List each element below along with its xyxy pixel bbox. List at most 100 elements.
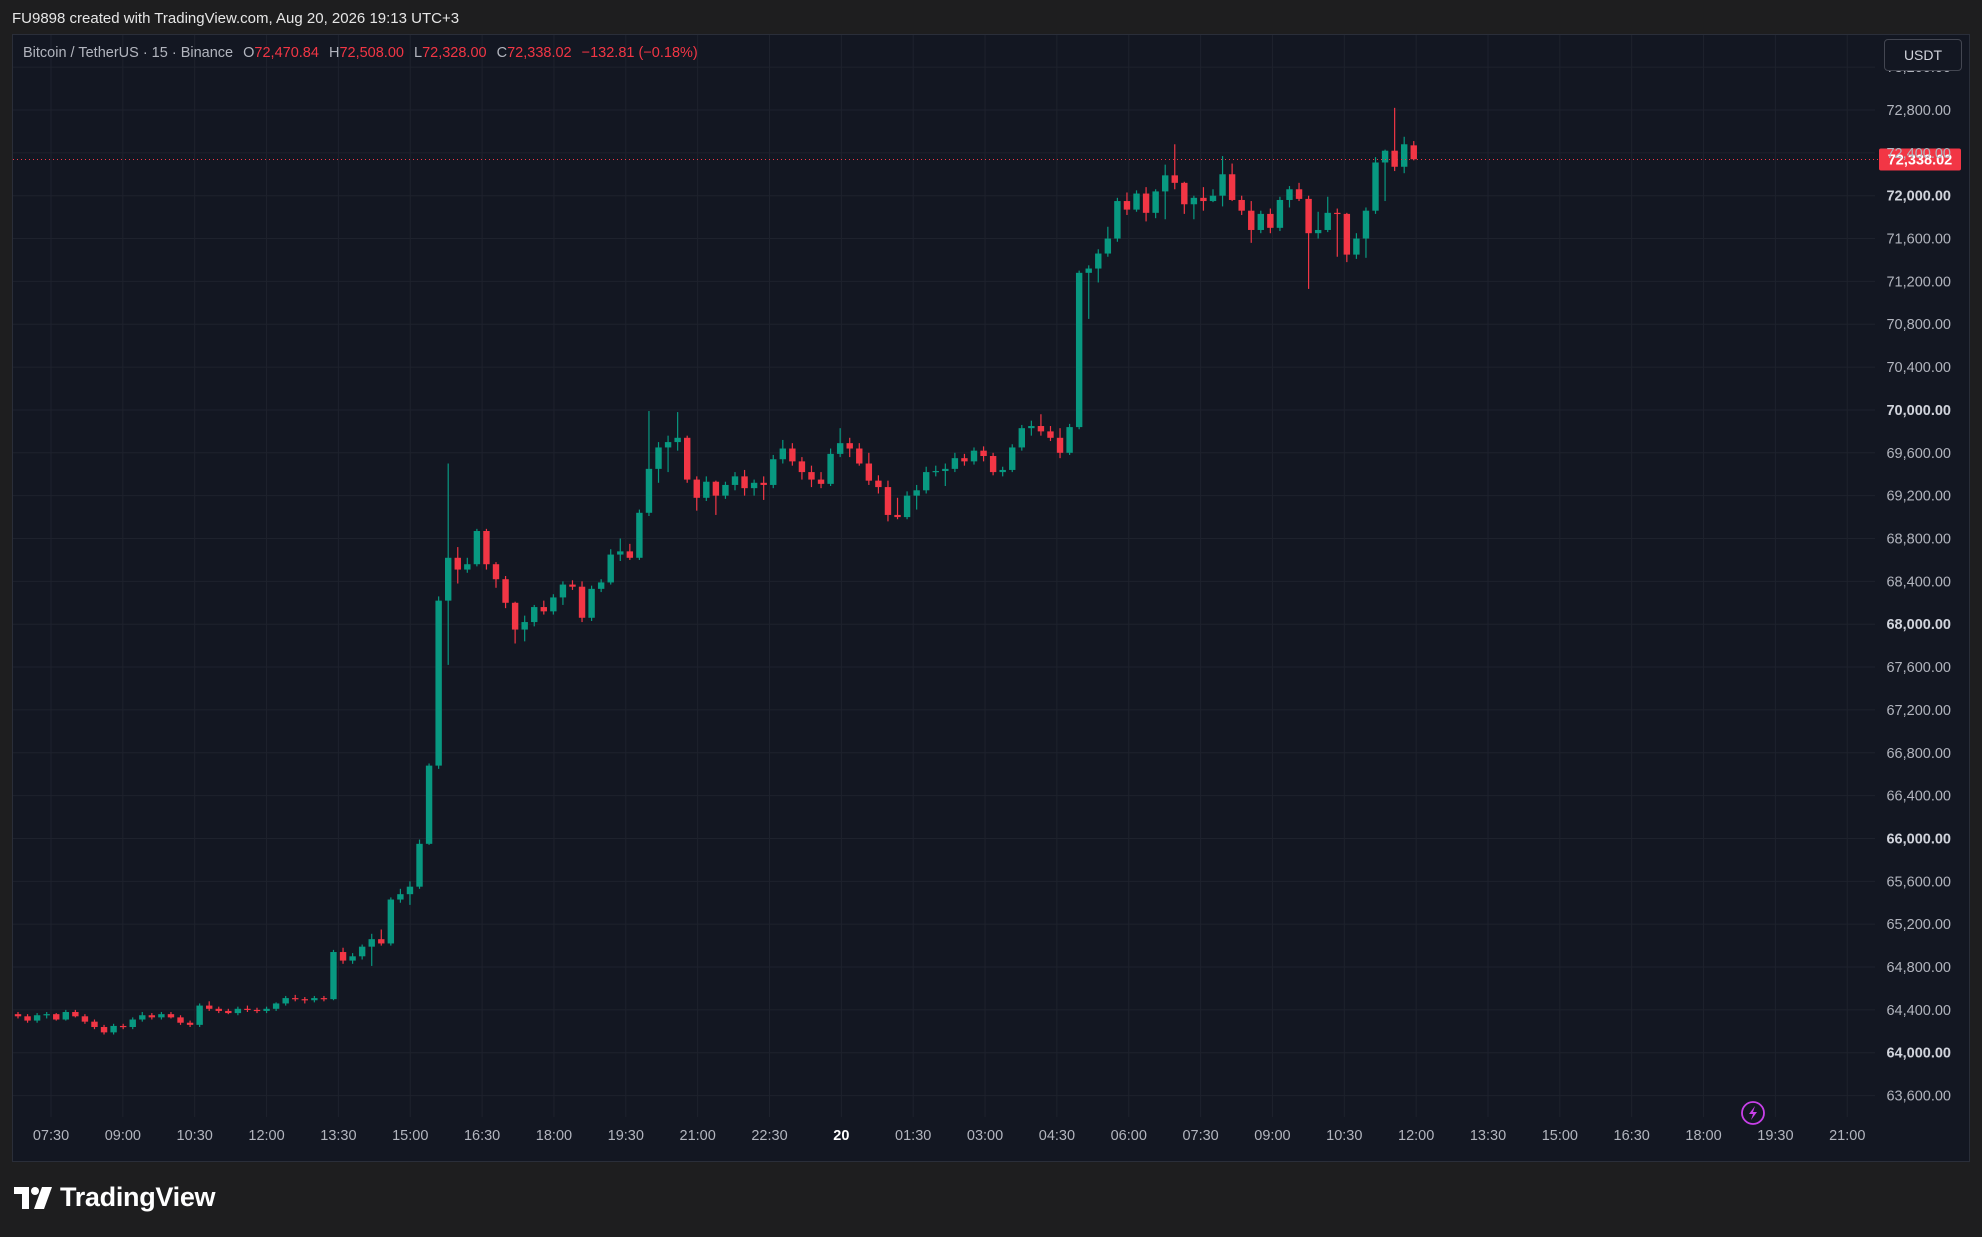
candle[interactable] <box>1028 420 1035 436</box>
candle[interactable] <box>358 944 366 960</box>
candle[interactable] <box>1381 149 1389 202</box>
candle[interactable] <box>368 933 375 966</box>
candle[interactable] <box>473 528 481 567</box>
candle[interactable] <box>664 435 672 473</box>
candle[interactable] <box>932 465 939 477</box>
candle[interactable] <box>234 1006 242 1016</box>
candle[interactable] <box>1286 186 1293 208</box>
candle[interactable] <box>215 1006 222 1014</box>
candle[interactable] <box>244 1005 251 1013</box>
candle[interactable] <box>1066 423 1073 455</box>
candle[interactable] <box>167 1012 175 1019</box>
candle[interactable] <box>1401 136 1408 174</box>
candle[interactable] <box>196 1003 203 1028</box>
candle[interactable] <box>540 600 547 615</box>
candle[interactable] <box>1228 163 1236 202</box>
candle[interactable] <box>884 480 892 522</box>
candle[interactable] <box>750 479 758 496</box>
candle[interactable] <box>1238 195 1245 215</box>
candle[interactable] <box>770 454 777 489</box>
lightning-bolt-icon[interactable] <box>1741 1101 1765 1125</box>
candle[interactable] <box>712 480 720 515</box>
candle[interactable] <box>416 839 423 889</box>
candle[interactable] <box>722 481 729 499</box>
candle[interactable] <box>483 528 490 570</box>
candle[interactable] <box>110 1023 117 1035</box>
candle[interactable] <box>741 469 748 496</box>
candle[interactable] <box>186 1020 194 1028</box>
candle[interactable] <box>72 1009 79 1018</box>
candle[interactable] <box>674 412 681 451</box>
candle[interactable] <box>1295 182 1303 202</box>
candle[interactable] <box>129 1017 136 1030</box>
candle[interactable] <box>100 1024 108 1035</box>
candle[interactable] <box>1133 190 1140 212</box>
candle[interactable] <box>865 452 873 485</box>
candle[interactable] <box>894 497 901 520</box>
candle[interactable] <box>923 466 930 494</box>
candle[interactable] <box>158 1012 165 1020</box>
candle[interactable] <box>693 476 700 511</box>
candle[interactable] <box>1037 414 1045 436</box>
candle[interactable] <box>951 452 959 473</box>
candle[interactable] <box>798 457 806 480</box>
candle[interactable] <box>617 538 624 562</box>
candle[interactable] <box>1257 210 1264 234</box>
candle[interactable] <box>636 509 643 560</box>
candle[interactable] <box>913 484 920 510</box>
candle[interactable] <box>942 463 949 487</box>
candle[interactable] <box>263 1006 270 1014</box>
candle[interactable] <box>1171 144 1178 190</box>
candle[interactable] <box>1056 428 1064 459</box>
candle[interactable] <box>1276 196 1284 232</box>
candle[interactable] <box>282 995 289 1006</box>
candle[interactable] <box>14 1012 22 1019</box>
candle[interactable] <box>81 1014 89 1024</box>
candle[interactable] <box>1181 181 1188 214</box>
candle[interactable] <box>989 452 997 476</box>
candle[interactable] <box>148 1013 156 1020</box>
candle[interactable] <box>330 949 337 1001</box>
candle[interactable] <box>253 1007 261 1014</box>
candle[interactable] <box>1353 233 1360 259</box>
candle[interactable] <box>521 615 528 642</box>
candle[interactable] <box>970 447 978 465</box>
candle[interactable] <box>1314 211 1322 239</box>
brand-logo[interactable]: TradingView <box>14 1182 216 1213</box>
candle[interactable] <box>1305 195 1312 289</box>
candle[interactable] <box>655 442 662 483</box>
candle[interactable] <box>33 1013 41 1023</box>
candle[interactable] <box>789 443 796 466</box>
candle[interactable] <box>817 472 825 489</box>
candle[interactable] <box>1200 187 1207 211</box>
candle[interactable] <box>980 446 987 462</box>
candle[interactable] <box>607 549 614 585</box>
candle[interactable] <box>292 994 299 1002</box>
candle[interactable] <box>1047 426 1054 442</box>
candle[interactable] <box>1114 197 1121 242</box>
candle[interactable] <box>1209 189 1217 203</box>
candle[interactable] <box>760 476 767 500</box>
candle[interactable] <box>856 443 863 466</box>
candle[interactable] <box>139 1012 146 1022</box>
candle[interactable] <box>119 1023 127 1030</box>
symbol-name[interactable]: Bitcoin / TetherUS · 15 · Binance <box>23 45 233 61</box>
candle[interactable] <box>559 581 567 605</box>
candle[interactable] <box>779 439 786 464</box>
candle[interactable] <box>1142 187 1150 222</box>
candle[interactable] <box>1162 164 1169 220</box>
candle[interactable] <box>1219 156 1226 207</box>
candle[interactable] <box>731 472 739 491</box>
candle[interactable] <box>406 881 414 905</box>
candle[interactable] <box>91 1019 98 1030</box>
candle[interactable] <box>1334 208 1341 257</box>
candle[interactable] <box>1391 107 1398 172</box>
candle[interactable] <box>1075 270 1083 430</box>
candle[interactable] <box>311 995 318 1003</box>
candle[interactable] <box>645 411 653 517</box>
candle[interactable] <box>1085 265 1092 319</box>
candle[interactable] <box>1190 195 1198 220</box>
candle[interactable] <box>1018 424 1025 451</box>
candle[interactable] <box>492 562 500 588</box>
candle[interactable] <box>703 476 710 502</box>
